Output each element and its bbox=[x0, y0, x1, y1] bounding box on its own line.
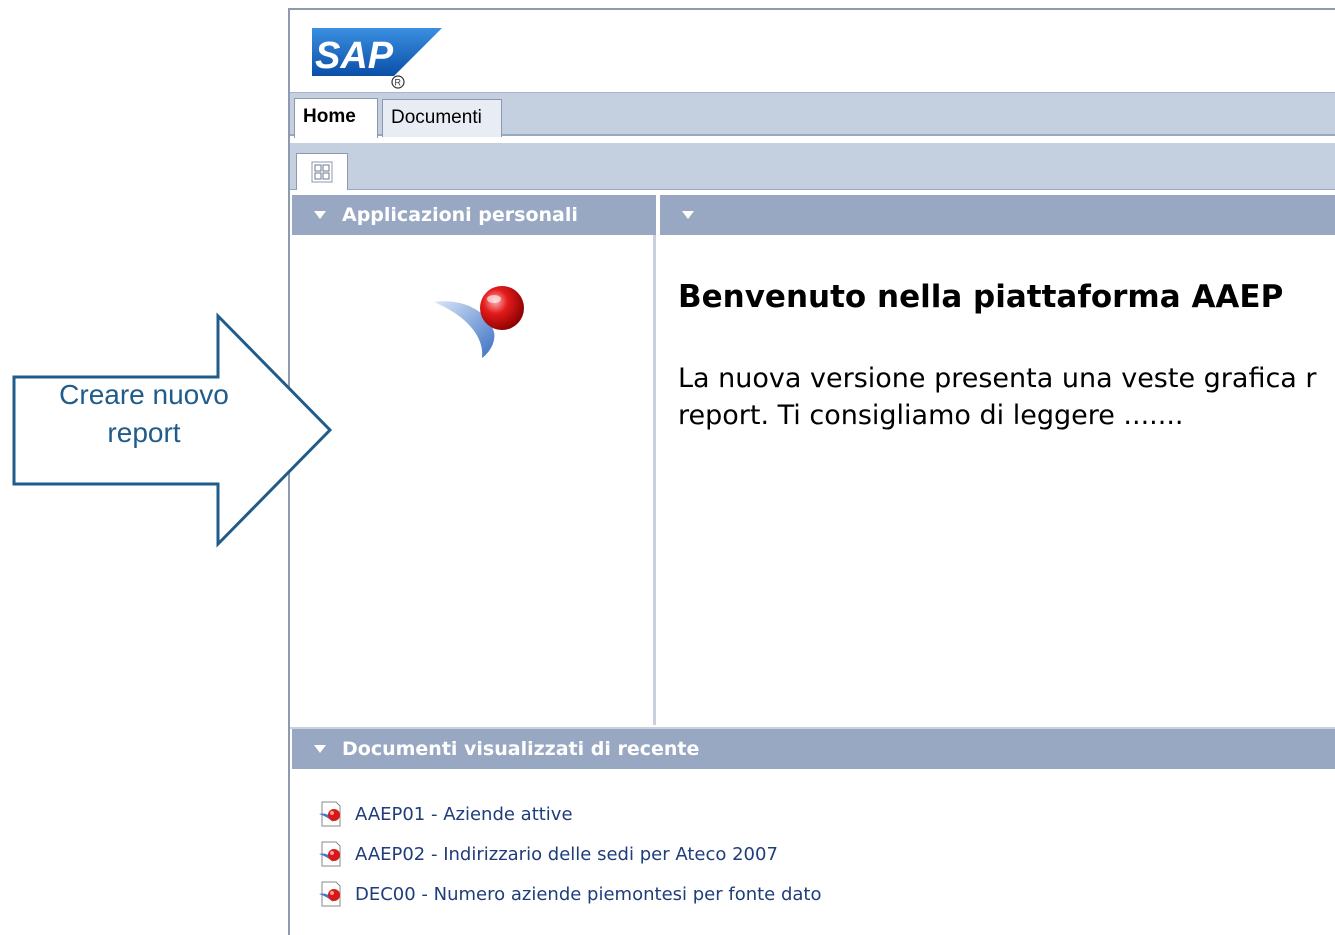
collapse-triangle-icon bbox=[314, 745, 326, 753]
welcome-line-1: La nuova versione presenta una veste gra… bbox=[678, 363, 1317, 394]
sap-logo: SAP R bbox=[312, 28, 442, 89]
document-link[interactable]: AAEP01 - Aziende attive bbox=[355, 804, 573, 825]
panel-header-recent-documents[interactable]: Documenti visualizzati di recente bbox=[292, 729, 1335, 769]
svg-text:SAP: SAP bbox=[315, 35, 394, 77]
callout-text: Creare nuovo report bbox=[14, 376, 274, 452]
list-item[interactable]: DEC00 - Numero aziende piemontesi per fo… bbox=[318, 874, 822, 914]
tab-bar: Home Documenti bbox=[290, 92, 1335, 138]
grid-view-tab[interactable] bbox=[296, 153, 348, 190]
panel-title: Applicazioni personali bbox=[342, 204, 578, 226]
panel-title: Documenti visualizzati di recente bbox=[342, 738, 700, 760]
welcome-panel: Benvenuto nella piattaforma AAEP La nuov… bbox=[660, 235, 1335, 725]
app-window: SAP R Home Documenti Applicazioni person… bbox=[288, 8, 1335, 935]
callout-line-2: report bbox=[107, 417, 181, 448]
tab-home[interactable]: Home bbox=[294, 98, 378, 138]
webi-application-icon[interactable] bbox=[432, 280, 532, 365]
collapse-triangle-icon bbox=[314, 211, 326, 219]
welcome-title: Benvenuto nella piattaforma AAEP bbox=[678, 279, 1284, 315]
list-item[interactable]: AAEP02 - Indirizzario delle sedi per Ate… bbox=[318, 834, 822, 874]
document-link[interactable]: DEC00 - Numero aziende piemontesi per fo… bbox=[355, 884, 822, 905]
document-link[interactable]: AAEP02 - Indirizzario delle sedi per Ate… bbox=[355, 844, 778, 865]
recent-documents-list: AAEP01 - Aziende attive AAEP02 - Indiriz… bbox=[318, 794, 822, 914]
tab-documenti[interactable]: Documenti bbox=[382, 99, 502, 137]
webi-document-icon bbox=[319, 841, 341, 867]
applicazioni-panel bbox=[292, 235, 656, 725]
page-tab-bar bbox=[290, 143, 1335, 190]
welcome-text: La nuova versione presenta una veste gra… bbox=[678, 360, 1335, 434]
panel-header-welcome[interactable] bbox=[660, 195, 1335, 235]
callout-line-1: Creare nuovo bbox=[59, 379, 229, 410]
list-item[interactable]: AAEP01 - Aziende attive bbox=[318, 794, 822, 834]
svg-text:R: R bbox=[395, 78, 402, 88]
collapse-triangle-icon bbox=[682, 211, 694, 219]
grid-view-icon bbox=[311, 161, 333, 183]
panel-header-applicazioni[interactable]: Applicazioni personali bbox=[292, 195, 656, 235]
welcome-line-2: report. Ti consigliamo di leggere ......… bbox=[678, 400, 1184, 431]
webi-document-icon bbox=[319, 881, 341, 907]
webi-document-icon bbox=[319, 801, 341, 827]
